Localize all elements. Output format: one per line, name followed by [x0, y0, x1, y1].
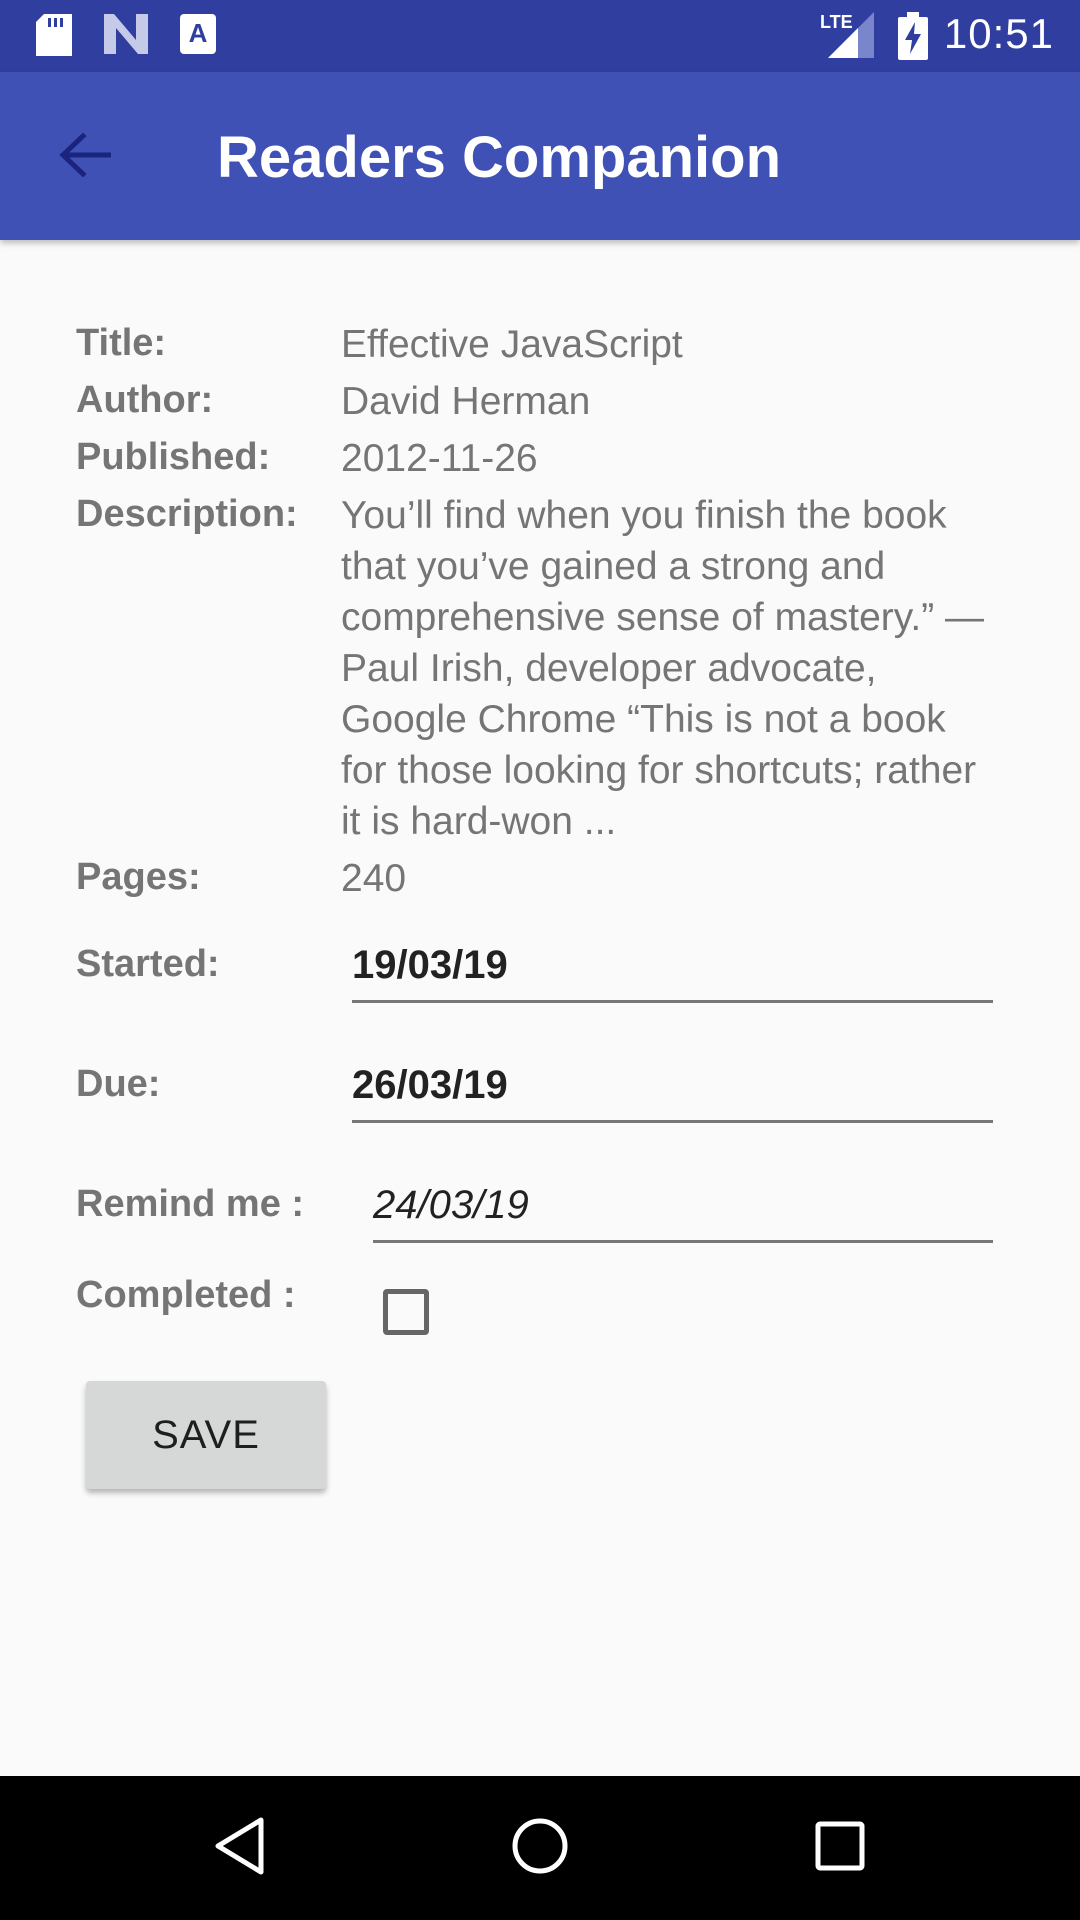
due-label: Due: [76, 1063, 161, 1105]
due-date-field[interactable]: 26/03/19 [352, 1060, 993, 1123]
due-date-value: 26/03/19 [352, 1063, 508, 1107]
status-bar: A LTE 10:51 [0, 0, 1080, 72]
battery-charging-icon [898, 12, 928, 65]
page-title: Readers Companion [217, 125, 781, 190]
network-type: LTE [820, 12, 853, 32]
app-bar: Readers Companion [0, 72, 1080, 240]
lte-signal-icon: LTE [818, 12, 874, 63]
n-icon [104, 14, 148, 59]
nav-recents-icon [814, 1820, 866, 1877]
save-button[interactable]: SAVE [86, 1381, 326, 1489]
sd-card-icon [36, 14, 72, 61]
book-description: You’ll find when you finish the book tha… [341, 494, 985, 843]
nav-back-button[interactable] [190, 1798, 290, 1898]
nav-home-icon [510, 1816, 570, 1881]
title-label: Title: [76, 322, 167, 364]
arrow-back-icon [59, 131, 112, 182]
book-author: David Herman [341, 380, 591, 423]
started-label: Started: [76, 943, 220, 985]
completed-label: Completed : [76, 1274, 296, 1316]
clock: 10:51 [943, 10, 1054, 57]
completed-checkbox[interactable] [383, 1289, 429, 1335]
started-date-field[interactable]: 19/03/19 [352, 940, 993, 1003]
remind-label: Remind me : [76, 1183, 305, 1225]
a-icon: A [180, 14, 216, 59]
book-title: Effective JavaScript [341, 323, 683, 366]
nav-back-icon [213, 1816, 267, 1881]
remind-date-field[interactable]: 24/03/19 [373, 1180, 993, 1243]
description-label: Description: [76, 493, 298, 535]
svg-text:A: A [189, 18, 208, 48]
nav-recents-button[interactable] [790, 1798, 890, 1898]
published-label: Published: [76, 436, 271, 478]
started-date-value: 19/03/19 [352, 943, 508, 987]
pages-label: Pages: [76, 856, 201, 898]
book-pages: 240 [341, 857, 407, 900]
nav-home-button[interactable] [490, 1798, 590, 1898]
back-button[interactable] [50, 122, 120, 192]
remind-date-value: 24/03/19 [373, 1183, 529, 1227]
author-label: Author: [76, 379, 214, 421]
navigation-bar [0, 1776, 1080, 1920]
book-published: 2012-11-26 [341, 437, 538, 480]
